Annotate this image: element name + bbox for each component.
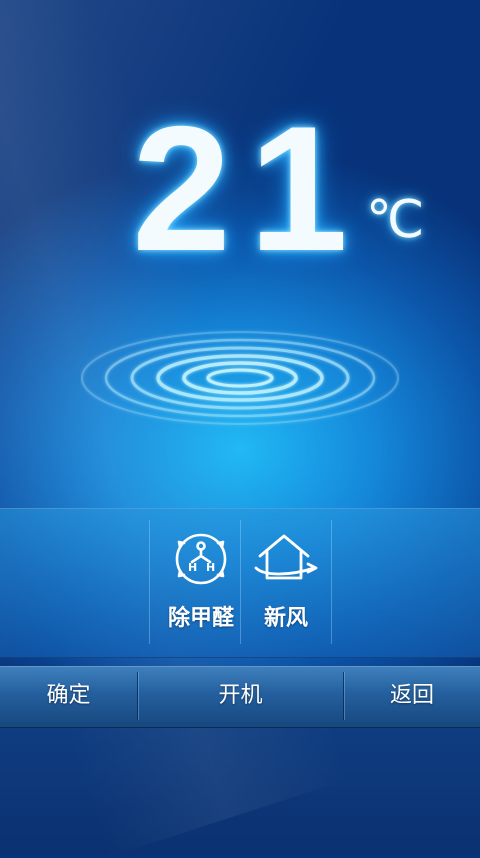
ripple-waves-graphic <box>81 331 399 425</box>
confirm-button[interactable]: 确定 <box>0 666 137 726</box>
function-divider <box>149 520 150 644</box>
function-divider <box>331 520 332 644</box>
svg-text:H: H <box>206 561 215 574</box>
fresh-air-button[interactable]: 新风 <box>241 528 331 638</box>
power-on-button[interactable]: 开机 <box>138 666 343 726</box>
fresh-air-label: 新风 <box>263 606 308 631</box>
temperature-unit: ℃ <box>366 191 425 249</box>
formaldehyde-removal-label: 除甲醛 <box>167 606 234 631</box>
fresh-air-house-icon <box>254 534 318 580</box>
svg-text:H: H <box>188 561 197 574</box>
formaldehyde-removal-button[interactable]: H H 除甲醛 <box>156 528 246 638</box>
back-button[interactable]: 返回 <box>344 666 480 726</box>
temperature-value: 21 <box>132 89 366 288</box>
formaldehyde-molecule-icon: H H <box>175 533 227 585</box>
